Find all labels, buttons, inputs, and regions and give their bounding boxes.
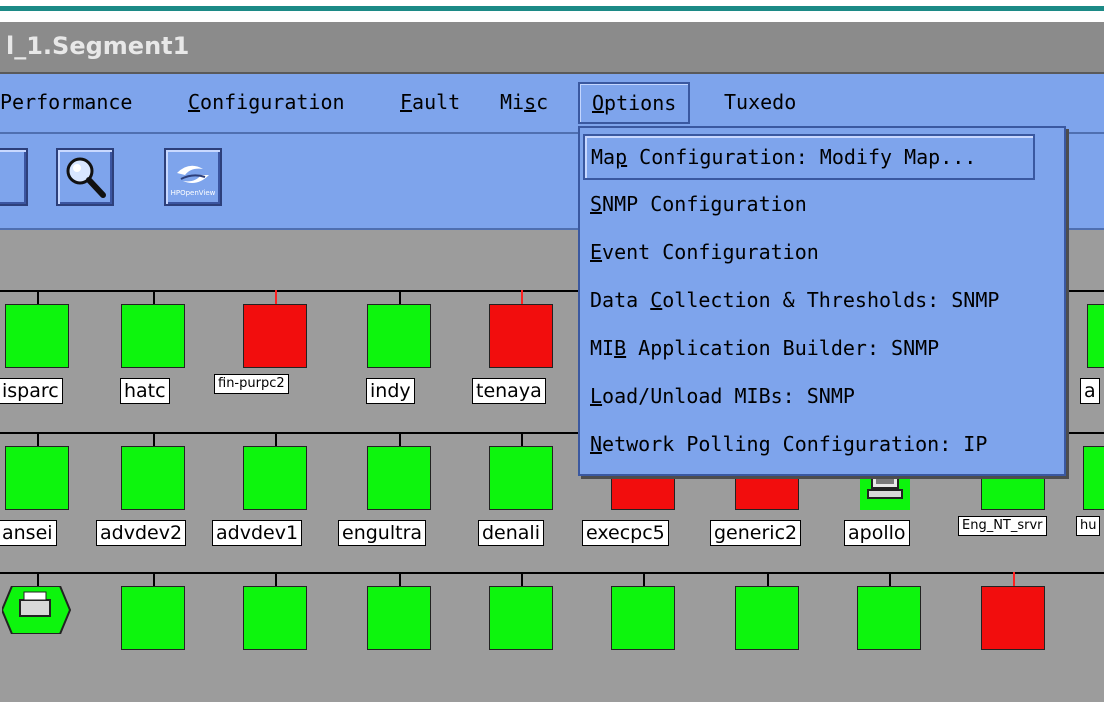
node-label: a bbox=[1080, 378, 1100, 404]
magnifier-icon bbox=[66, 157, 106, 198]
menu-item-text: etwork Polling Configuration: IP bbox=[602, 432, 988, 456]
node-status-box[interactable] bbox=[121, 304, 185, 368]
node-label: isparc bbox=[0, 378, 63, 404]
menu-configuration[interactable]: Configuration bbox=[188, 90, 345, 114]
node-status-box[interactable] bbox=[367, 304, 431, 368]
toolbar-edge-button[interactable] bbox=[0, 148, 28, 206]
menu-tuxedo[interactable]: Tuxedo bbox=[724, 90, 796, 114]
node-label: advdev1 bbox=[212, 520, 303, 546]
node-status-box[interactable] bbox=[5, 446, 69, 510]
menu-misc[interactable]: Misc bbox=[500, 90, 548, 114]
node-label: denali bbox=[478, 520, 544, 546]
node-label: generic2 bbox=[710, 520, 802, 546]
node-status-box[interactable] bbox=[243, 304, 307, 368]
options-menu: Map Configuration: Modify Map... SNMP Co… bbox=[578, 126, 1066, 476]
desktop-top-strip bbox=[0, 0, 1104, 22]
menu-fault-mnemonic: F bbox=[400, 90, 413, 114]
menu-item-mnemonic: p bbox=[615, 145, 628, 169]
menu-options-label: ptions bbox=[604, 91, 677, 115]
hp-openview-caption: HPOpenView bbox=[171, 189, 216, 197]
menu-item-mnemonic: N bbox=[590, 432, 603, 456]
hp-openview-button[interactable]: HPOpenView bbox=[164, 148, 222, 206]
menu-item-mib-application-builder[interactable]: MIB Application Builder: SNMP bbox=[590, 336, 939, 360]
menu-misc-mnemonic: s bbox=[524, 90, 537, 114]
node-label: engultra bbox=[338, 520, 427, 546]
menu-configuration-label: onfiguration bbox=[200, 90, 345, 114]
window-border bbox=[0, 6, 1104, 11]
node-label: tenaya bbox=[472, 378, 546, 404]
menu-item-text: Configuration: Modify Map... bbox=[627, 145, 977, 169]
menu-item-network-polling-configuration[interactable]: Network Polling Configuration: IP bbox=[590, 432, 987, 456]
node-status-box[interactable] bbox=[489, 446, 553, 510]
node-status-box[interactable] bbox=[243, 586, 307, 650]
node-status-box[interactable] bbox=[1087, 304, 1104, 368]
node-status-box[interactable] bbox=[5, 304, 69, 368]
menu-item-text: ollection & Thresholds: SNMP bbox=[662, 288, 1000, 312]
menu-item-text: oad/Unload MIBs: SNMP bbox=[602, 384, 855, 408]
node-label: execpc5 bbox=[582, 520, 669, 546]
menu-configuration-mnemonic: C bbox=[188, 90, 201, 114]
node-status-box[interactable] bbox=[121, 586, 185, 650]
node-status-box[interactable] bbox=[611, 586, 675, 650]
node-label: hatc bbox=[120, 378, 170, 404]
menu-tuxedo-label: Tuxedo bbox=[724, 90, 797, 114]
menu-bar: Performance Configuration Fault Misc Opt… bbox=[0, 74, 1104, 134]
node-status-box[interactable] bbox=[243, 446, 307, 510]
node-status-box[interactable] bbox=[489, 586, 553, 650]
find-button[interactable] bbox=[56, 148, 114, 206]
node-status-box[interactable] bbox=[489, 304, 553, 368]
menu-options-mnemonic: O bbox=[592, 91, 605, 115]
hp-openview-icon: HPOpenView bbox=[171, 165, 216, 197]
node-status-box[interactable] bbox=[367, 446, 431, 510]
menu-item-mnemonic: S bbox=[590, 192, 603, 216]
menu-item-text: NMP Configuration bbox=[602, 192, 807, 216]
node-label: Eng_NT_srvr bbox=[958, 516, 1047, 536]
node-status-box[interactable] bbox=[857, 586, 921, 650]
menu-item-mnemonic: L bbox=[590, 384, 603, 408]
node-label: apollo bbox=[844, 520, 910, 546]
menu-item-text: Data bbox=[590, 288, 651, 312]
segment-bus-line bbox=[0, 572, 1104, 574]
menu-item-load-unload-mibs[interactable]: Load/Unload MIBs: SNMP bbox=[590, 384, 855, 408]
menu-item-mnemonic: B bbox=[614, 336, 627, 360]
menu-item-mnemonic: E bbox=[590, 240, 603, 264]
menu-misc-label: c bbox=[536, 90, 549, 114]
menu-item-mnemonic: C bbox=[650, 288, 663, 312]
node-status-box[interactable] bbox=[367, 586, 431, 650]
menu-fault[interactable]: Fault bbox=[400, 90, 460, 114]
node-status-box[interactable] bbox=[1083, 446, 1104, 510]
node-label: hu bbox=[1076, 516, 1101, 536]
menu-item-map-configuration[interactable]: Map Configuration: Modify Map... bbox=[583, 134, 1035, 180]
menu-misc-text-pre: Mi bbox=[500, 90, 525, 114]
menu-performance-label: Performance bbox=[0, 90, 133, 114]
menu-item-text: Ma bbox=[591, 145, 616, 169]
node-label: advdev2 bbox=[96, 520, 187, 546]
menu-item-event-configuration[interactable]: Event Configuration bbox=[590, 240, 819, 264]
node-label: ansei bbox=[0, 520, 57, 546]
menu-performance[interactable]: Performance bbox=[0, 90, 132, 114]
menu-item-text: MI bbox=[590, 336, 615, 360]
window-title: l_1.Segment1 bbox=[6, 32, 190, 60]
menu-item-text: Application Builder: SNMP bbox=[626, 336, 940, 360]
menu-item-snmp-configuration[interactable]: SNMP Configuration bbox=[590, 192, 807, 216]
node-status-box[interactable] bbox=[735, 586, 799, 650]
menu-options[interactable]: Options bbox=[578, 82, 691, 124]
node-label: fin-purpc2 bbox=[214, 374, 289, 394]
node-label: indy bbox=[366, 378, 415, 404]
title-bar[interactable]: l_1.Segment1 bbox=[0, 22, 1104, 74]
node-status-box[interactable] bbox=[981, 586, 1045, 650]
menu-item-data-collection[interactable]: Data Collection & Thresholds: SNMP bbox=[590, 288, 999, 312]
map-row-3 bbox=[0, 572, 1104, 702]
menu-fault-label: ault bbox=[412, 90, 461, 114]
printer-icon[interactable] bbox=[2, 586, 72, 634]
menu-item-text: vent Configuration bbox=[602, 240, 819, 264]
node-status-box[interactable] bbox=[121, 446, 185, 510]
